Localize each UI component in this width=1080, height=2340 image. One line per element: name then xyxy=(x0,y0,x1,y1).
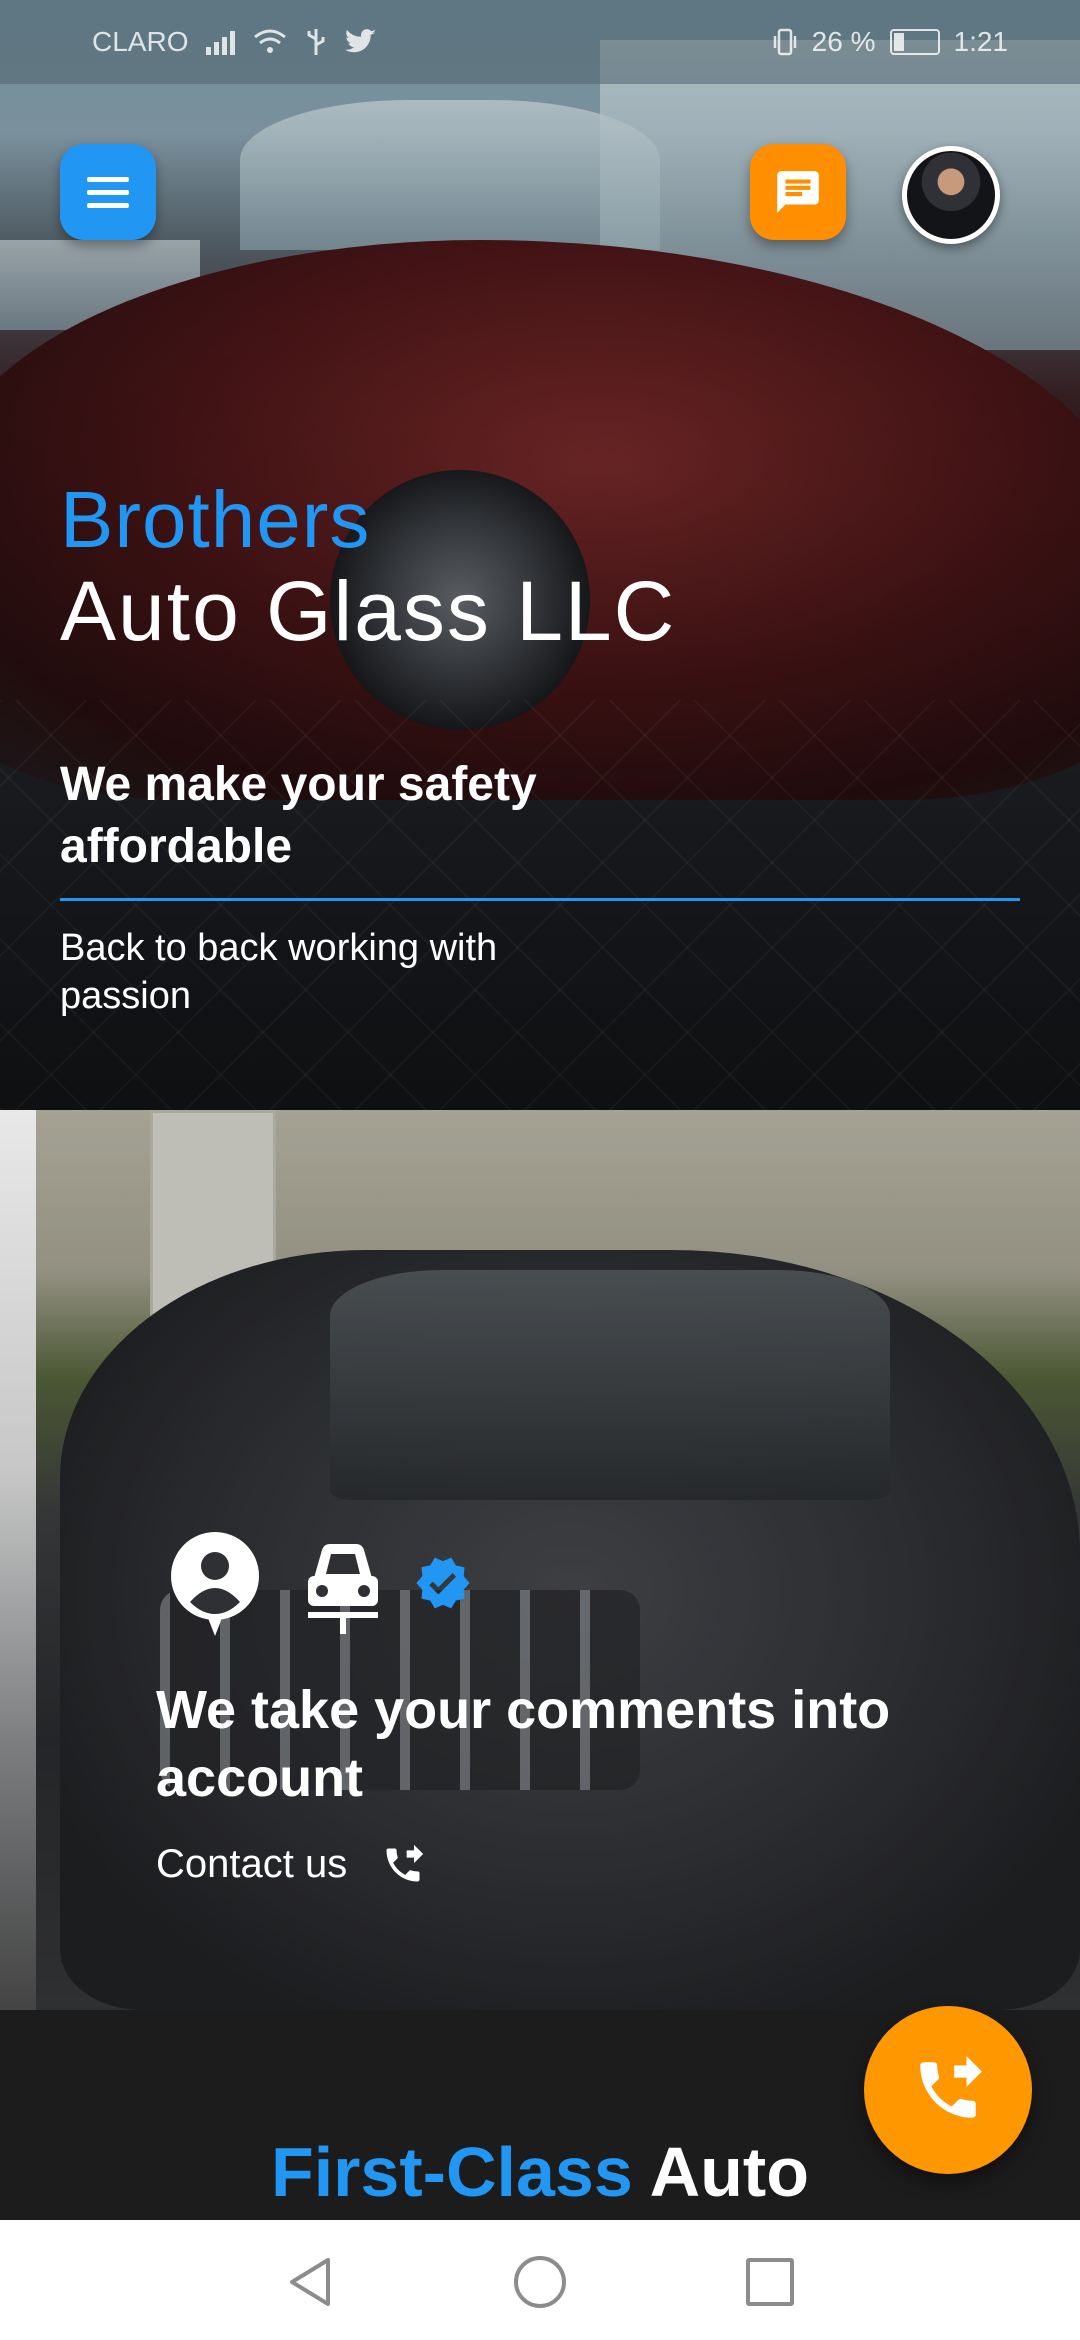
hamburger-menu-icon xyxy=(87,176,129,182)
feedback-title: We take your comments into account xyxy=(156,1680,891,1808)
battery-percent: 26 % xyxy=(811,26,876,57)
call-fab-button[interactable] xyxy=(864,2006,1032,2174)
signal-icon xyxy=(206,29,236,55)
verified-badge-icon xyxy=(416,1557,470,1609)
phone-forwarded-icon xyxy=(920,2056,982,2118)
clock: 1:21 xyxy=(953,26,1009,57)
twitter-icon xyxy=(345,29,377,53)
carrier-label: CLARO xyxy=(92,26,189,57)
system-navigation-bar xyxy=(0,2220,1080,2340)
car-wash-icon xyxy=(308,1544,378,1634)
home-icon[interactable] xyxy=(514,2256,566,2308)
menu-button[interactable] xyxy=(60,144,156,240)
contact-us-label: Contact us xyxy=(156,1842,348,1886)
phone-forwarded-icon xyxy=(386,1844,424,1881)
status-bar: CLARO 26 % 1:21 xyxy=(0,0,1080,84)
previous-slide-edge[interactable] xyxy=(0,1110,36,2010)
contact-us-link[interactable]: Contact us xyxy=(156,1842,425,1887)
usb-icon xyxy=(307,29,325,55)
services-title-highlight: First-Class xyxy=(270,2133,633,2211)
recent-apps-icon[interactable] xyxy=(746,2258,794,2306)
vibrate-icon xyxy=(773,28,796,56)
profile-avatar[interactable] xyxy=(902,146,1000,244)
hero-divider xyxy=(60,898,1020,901)
person-pin-icon xyxy=(171,1532,259,1636)
hero-subtagline: Back to back working with passion xyxy=(60,927,498,1017)
battery-icon xyxy=(889,29,940,55)
hero-tagline: We make your safety affordable xyxy=(60,758,537,873)
brand-name-line2: Auto Glass LLC xyxy=(60,564,677,658)
hamburger-line xyxy=(87,189,129,195)
hamburger-line xyxy=(87,202,129,208)
chat-bubble-icon xyxy=(777,171,819,213)
brand-name-line1: Brothers xyxy=(60,475,371,564)
wifi-icon xyxy=(254,29,287,53)
services-title-rest: Auto xyxy=(649,2133,810,2211)
chat-button[interactable] xyxy=(750,144,846,240)
back-icon[interactable] xyxy=(286,2256,334,2308)
